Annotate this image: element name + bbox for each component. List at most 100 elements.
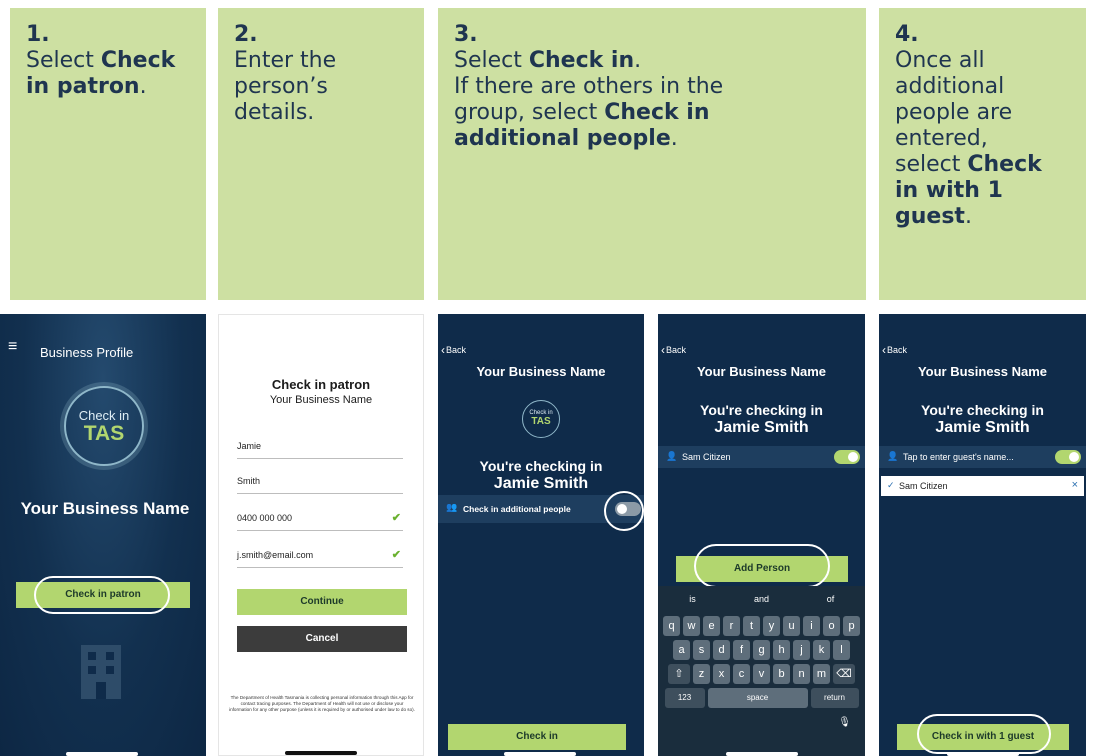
shift-icon[interactable]: ⇧ (668, 664, 690, 684)
key[interactable]: b (773, 664, 790, 684)
key[interactable]: t (743, 616, 760, 636)
back-button[interactable]: ‹Back (441, 343, 466, 357)
chevron-left-icon: ‹ (882, 343, 886, 357)
building-icon (81, 645, 121, 699)
home-indicator (726, 752, 798, 756)
added-guest-row[interactable]: ✓ Sam Citizen × (881, 476, 1084, 496)
last-name-field[interactable]: Smith (237, 466, 403, 494)
key[interactable]: q (663, 616, 680, 636)
return-key[interactable]: return (810, 688, 859, 708)
key[interactable]: s (693, 640, 710, 660)
home-indicator (285, 751, 357, 755)
home-indicator (947, 752, 1019, 756)
step-number: 2. (234, 22, 258, 47)
screen-title: Business Profile (40, 345, 134, 360)
chevron-left-icon: ‹ (661, 343, 665, 357)
check-in-screen: ‹Back Your Business Name Check in TAS Yo… (438, 314, 644, 756)
guest-added-screen: ‹Back Your Business Name You're checking… (879, 314, 1086, 756)
suggestion[interactable]: and (727, 586, 796, 612)
key[interactable]: w (683, 616, 700, 636)
back-button[interactable]: ‹Back (882, 343, 907, 357)
back-button[interactable]: ‹Back (661, 343, 686, 357)
guest-toggle[interactable] (1055, 450, 1081, 464)
step-number: 4. (895, 22, 919, 47)
close-icon[interactable]: × (1072, 479, 1078, 491)
logo-text-bottom: TAS (531, 416, 551, 427)
guest-name-input[interactable]: 👤 Sam Citizen (658, 446, 865, 468)
form-title: Check in patron (271, 377, 371, 392)
numbers-key[interactable]: 123 (664, 688, 705, 708)
check-icon: ✓ (887, 480, 895, 490)
last-name-value: Smith (237, 476, 261, 486)
key[interactable]: m (813, 664, 830, 684)
key[interactable]: o (823, 616, 840, 636)
key[interactable]: l (833, 640, 850, 660)
key[interactable]: p (843, 616, 860, 636)
highlight-oval (694, 544, 830, 588)
step-2-card: 2. Enter the person’s details. (218, 8, 424, 300)
suggestion[interactable]: of (796, 586, 865, 612)
guest-toggle[interactable] (834, 450, 860, 464)
continue-button[interactable]: Continue (237, 589, 407, 615)
key[interactable]: y (763, 616, 780, 636)
key[interactable]: a (673, 640, 690, 660)
added-guest-name: Sam Citizen (899, 481, 948, 491)
check-in-tas-logo: Check in TAS (522, 400, 560, 438)
key[interactable]: x (713, 664, 730, 684)
phone-field[interactable]: 0400 000 000 ✔ (237, 503, 403, 531)
email-field[interactable]: j.smith@email.com ✔ (237, 540, 403, 568)
check-in-button[interactable]: Check in (448, 724, 626, 750)
suggestion[interactable]: is (658, 586, 727, 612)
key[interactable]: v (753, 664, 770, 684)
business-name: Your Business Name (20, 499, 190, 518)
key[interactable]: i (803, 616, 820, 636)
business-title: Your Business Name (917, 364, 1048, 379)
business-title: Your Business Name (696, 364, 827, 379)
step-emphasis: Check in (528, 48, 635, 73)
key[interactable]: j (793, 640, 810, 660)
step-text: . (139, 74, 147, 99)
key[interactable]: k (813, 640, 830, 660)
key[interactable]: c (733, 664, 750, 684)
toggle-knob (1069, 452, 1079, 462)
key[interactable]: r (723, 616, 740, 636)
space-key[interactable]: space (707, 688, 808, 708)
additional-people-label: Check in additional people (463, 504, 571, 514)
email-value: j.smith@email.com (237, 550, 314, 560)
step-text: Select (454, 48, 529, 73)
key[interactable]: n (793, 664, 810, 684)
logo-text-bottom: TAS (83, 422, 125, 445)
check-icon: ✔ (391, 512, 401, 524)
microphone-icon[interactable]: 🎙 (838, 717, 851, 728)
step-text: Enter the person’s details. (234, 48, 337, 125)
business-title: Your Business Name (476, 364, 606, 379)
highlight-oval (917, 714, 1051, 754)
key[interactable]: f (733, 640, 750, 660)
key[interactable]: d (713, 640, 730, 660)
key[interactable]: u (783, 616, 800, 636)
guest-name-input[interactable]: 👤 Tap to enter guest's name... (879, 446, 1086, 468)
keyboard-suggestions: is and of (658, 586, 865, 612)
menu-icon[interactable]: ≡ (8, 338, 17, 356)
checking-in-label: You're checking in Jamie Smith (879, 402, 1086, 436)
checking-in-text: You're checking in (921, 402, 1044, 418)
checking-in-text: You're checking in (700, 402, 823, 418)
step-text: . (634, 48, 642, 73)
back-label: Back (446, 345, 467, 355)
checking-in-text: You're checking in (479, 458, 603, 474)
back-label: Back (887, 345, 908, 355)
phone-value: 0400 000 000 (237, 513, 293, 523)
patron-name: Jamie Smith (493, 475, 589, 492)
person-icon: 👤 (887, 451, 899, 461)
key[interactable]: h (773, 640, 790, 660)
key[interactable]: e (703, 616, 720, 636)
cancel-button[interactable]: Cancel (237, 626, 407, 652)
step-text: . (964, 204, 972, 229)
patron-name: Jamie Smith (935, 419, 1030, 436)
keyboard: is and of q w e r t y u i o p a s d f g … (658, 586, 865, 756)
backspace-icon[interactable]: ⌫ (833, 664, 855, 684)
first-name-field[interactable]: Jamie (237, 431, 403, 459)
key[interactable]: z (693, 664, 710, 684)
key[interactable]: g (753, 640, 770, 660)
highlight-circle (604, 491, 644, 531)
